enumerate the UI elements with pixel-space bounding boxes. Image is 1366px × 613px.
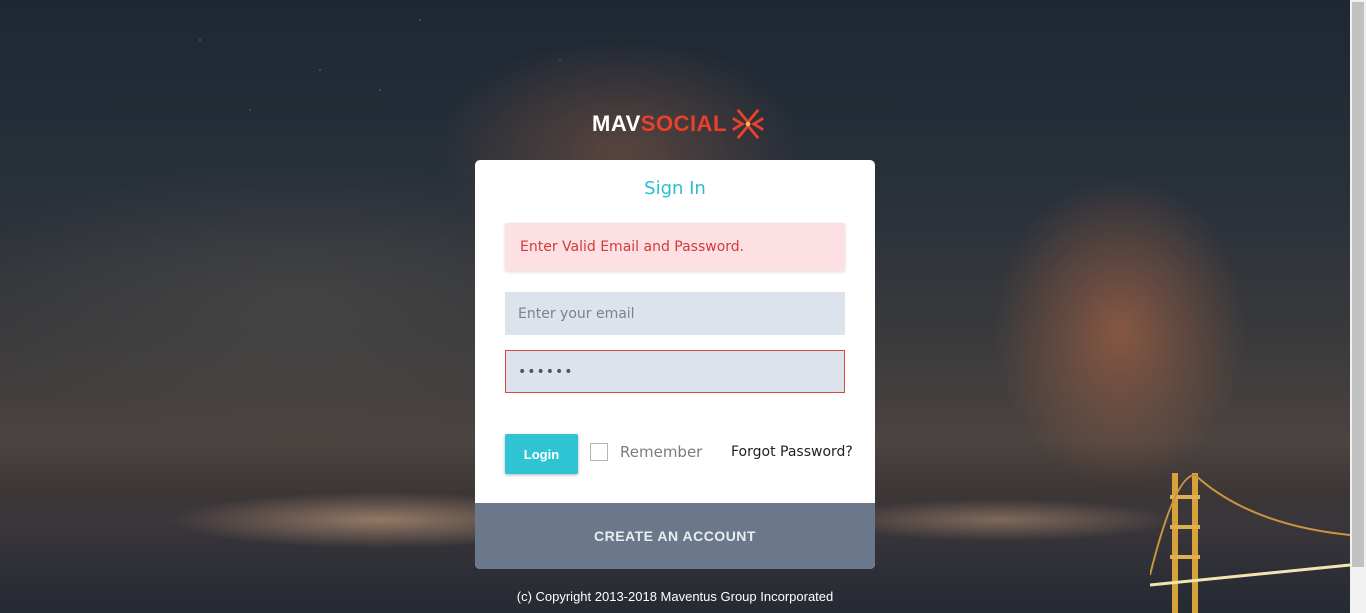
scrollbar-thumb[interactable] [1352, 2, 1364, 567]
remember-label: Remember [620, 443, 703, 461]
bridge-decoration [1150, 473, 1350, 613]
brand-name-part2: SOCIAL [640, 111, 727, 136]
password-input[interactable] [505, 350, 845, 393]
create-account-button[interactable]: CREATE AN ACCOUNT [475, 503, 875, 569]
login-button[interactable]: Login [505, 434, 578, 474]
copyright-text: (c) Copyright 2013-2018 Maventus Group I… [516, 589, 834, 604]
maventus-cross-icon [731, 109, 764, 139]
brand-name: MAVSOCIAL [592, 104, 727, 144]
signin-card: Enter Valid Email and Password. Login Re… [475, 160, 875, 569]
page-background: MAVSOCIAL Enter Valid Email and Password… [0, 0, 1366, 613]
email-input[interactable] [505, 292, 845, 335]
page-title: Sign In [644, 178, 706, 199]
remember-checkbox[interactable] [590, 443, 608, 461]
forgot-password-link[interactable]: Forgot Password? [731, 443, 853, 461]
error-alert: Enter Valid Email and Password. [505, 223, 845, 271]
brand-name-part1: MAV [592, 111, 641, 136]
scrollbar[interactable] [1350, 0, 1366, 613]
brand-logo: MAVSOCIAL [592, 104, 772, 144]
